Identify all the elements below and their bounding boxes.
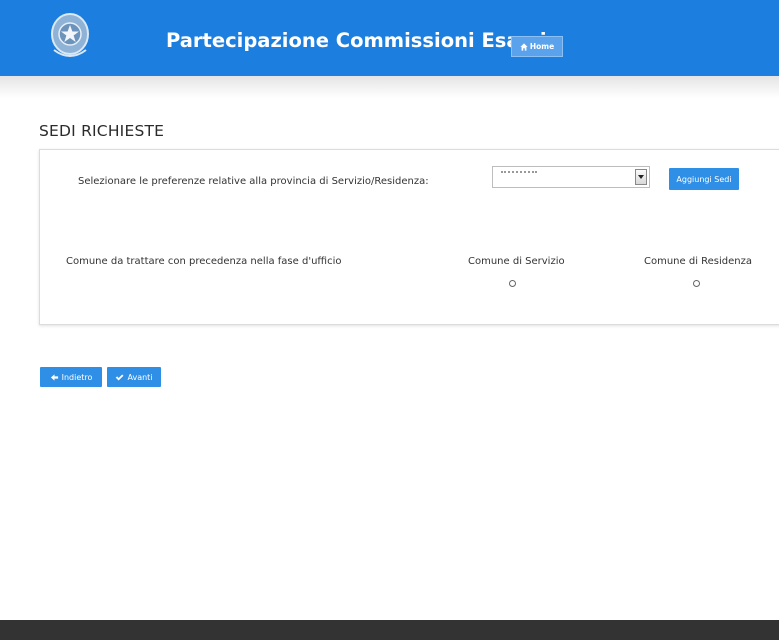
preferences-label: Selezionare le preferenze relative alla … [78, 176, 429, 187]
check-icon [116, 373, 124, 381]
comune-residenza-radio[interactable] [693, 280, 700, 287]
app-title: Partecipazione Commissioni Esami [166, 29, 547, 52]
page: Partecipazione Commissioni Esami Home SE… [0, 0, 779, 640]
footer-bar [0, 620, 779, 640]
comune-servizio-radio[interactable] [509, 280, 516, 287]
back-button-label: Indietro [61, 372, 93, 382]
back-button[interactable]: Indietro [40, 367, 102, 387]
province-select[interactable] [492, 166, 650, 188]
province-select-value [501, 171, 537, 179]
home-button[interactable]: Home [511, 36, 563, 57]
next-button[interactable]: Avanti [107, 367, 161, 387]
comune-residenza-label: Comune di Residenza [644, 256, 753, 267]
emblem-logo [48, 10, 92, 62]
comune-servizio-label: Comune di Servizio [468, 256, 565, 267]
page-title: SEDI RICHIESTE [39, 122, 165, 140]
chevron-down-icon[interactable] [635, 169, 647, 185]
home-icon [520, 42, 528, 51]
arrow-left-icon [50, 373, 58, 381]
next-button-label: Avanti [127, 372, 153, 382]
header-shadow [0, 76, 779, 98]
home-button-label: Home [529, 42, 555, 51]
priority-label: Comune da trattare con precedenza nella … [66, 256, 342, 267]
app-header: Partecipazione Commissioni Esami Home [0, 0, 779, 76]
add-sedi-button[interactable]: Aggiungi Sedi [669, 168, 739, 190]
